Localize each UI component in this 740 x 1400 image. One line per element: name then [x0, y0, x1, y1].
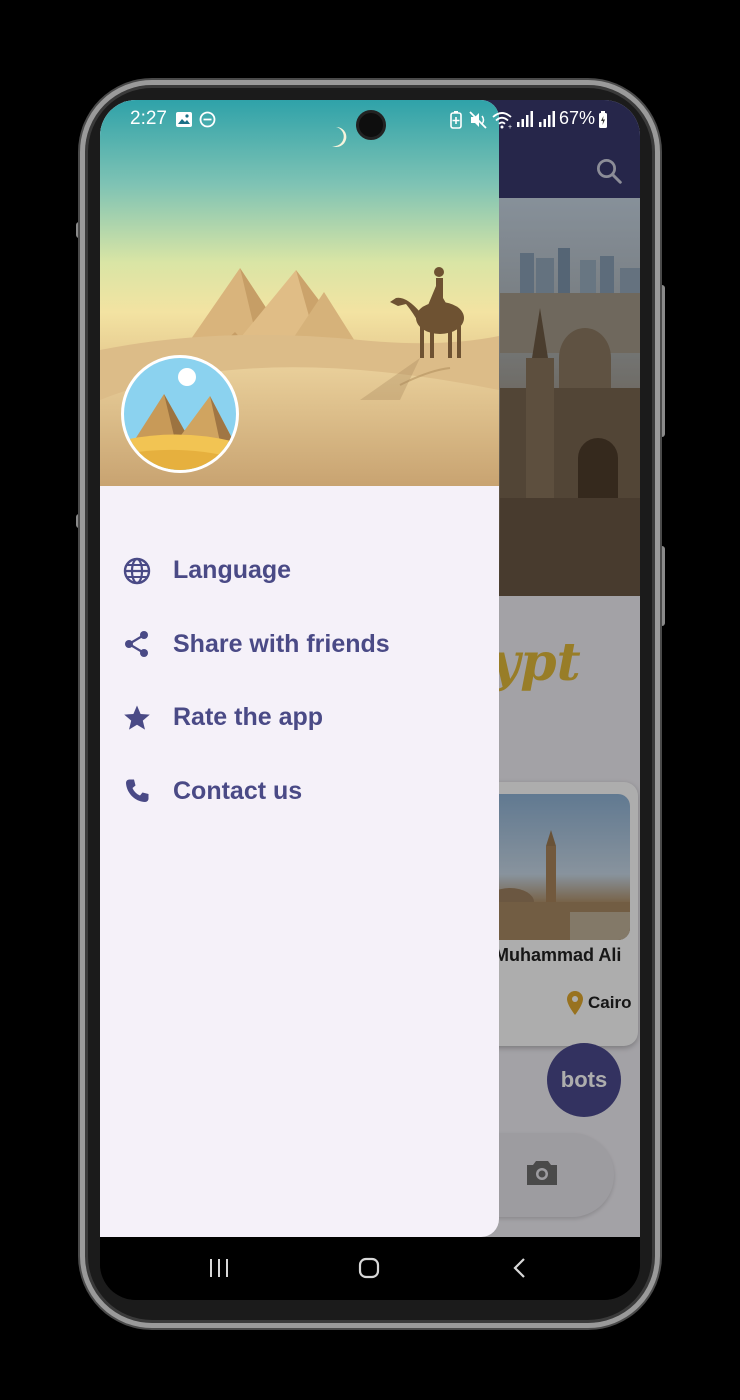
battery-saver-icon [450, 111, 462, 129]
menu-item-rate[interactable]: Rate the app [100, 681, 499, 755]
screen: ypt Muhammad Ali Cairo bots 2:27 + 67% L… [100, 100, 640, 1300]
back-icon[interactable] [512, 1257, 528, 1279]
recents-icon[interactable] [208, 1257, 230, 1279]
signal-icon [517, 111, 533, 127]
image-icon [176, 112, 192, 127]
navigation-drawer: Language Share with friends Rate the app… [100, 100, 499, 1237]
wifi-icon: + [492, 112, 512, 129]
menu-label: Contact us [173, 776, 303, 805]
menu-label: Rate the app [173, 703, 324, 732]
menu-item-language[interactable]: Language [100, 534, 499, 608]
svg-text:+: + [508, 124, 512, 129]
profile-avatar[interactable] [121, 355, 239, 473]
signal-icon [539, 111, 555, 127]
star-icon [122, 703, 152, 733]
menu-item-contact[interactable]: Contact us [100, 755, 499, 829]
home-icon[interactable] [358, 1257, 380, 1279]
status-time: 2:27 [130, 108, 167, 129]
globe-icon [122, 556, 152, 586]
phone-icon [122, 776, 152, 806]
menu-label: Language [173, 556, 292, 585]
system-nav-bar [100, 1237, 640, 1300]
drawer-menu: Language Share with friends Rate the app… [100, 534, 499, 828]
mute-icon [469, 111, 487, 129]
battery-icon [599, 111, 607, 128]
menu-item-share[interactable]: Share with friends [100, 608, 499, 682]
menu-label: Share with friends [173, 629, 390, 658]
share-icon [122, 629, 152, 659]
battery-percent: 67% [559, 108, 596, 128]
dnd-icon [199, 111, 216, 128]
front-camera [356, 110, 386, 140]
